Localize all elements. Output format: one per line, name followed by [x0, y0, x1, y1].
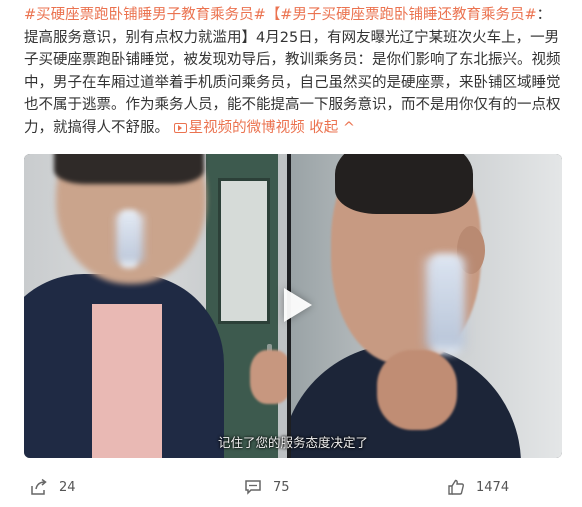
hashtag-link-2[interactable]: 【#男子买硬座票跑卧铺睡还教育乘务员#: [266, 7, 537, 23]
post-body-text: ：提高服务意识，别有点权力就滥用】4月25日，有网友曝光辽宁某班次火车上，一男子…: [24, 7, 561, 136]
share-button[interactable]: 24: [30, 470, 76, 504]
man-hand: [377, 350, 457, 430]
comment-button[interactable]: 75: [244, 470, 290, 504]
hashtag-link[interactable]: #买硬座票跑卧铺睡男子教育乘务员#: [24, 7, 266, 23]
man-hand: [250, 350, 287, 404]
action-bar: 24 75 1474: [0, 470, 582, 504]
chevron-up-icon: ^: [338, 119, 355, 136]
like-icon: [448, 479, 464, 495]
post-text: #买硬座票跑卧铺睡男子教育乘务员#【#男子买硬座票跑卧铺睡还教育乘务员#：提高服…: [24, 4, 564, 140]
video-frame-right: [291, 154, 562, 458]
door-window: [218, 178, 270, 324]
man-hair: [335, 154, 473, 214]
video-icon: [173, 122, 187, 133]
collapse-label: 收起: [309, 119, 339, 136]
share-count: 24: [59, 479, 76, 495]
like-button[interactable]: 1474: [447, 470, 509, 504]
mosaic-blur: [116, 214, 144, 262]
mosaic-blur: [425, 258, 465, 348]
video-frame-left: [24, 154, 287, 458]
video-source-label: 星视频的微博视频: [188, 119, 305, 136]
comment-icon: [245, 480, 261, 495]
play-icon[interactable]: [278, 286, 312, 324]
like-count: 1474: [476, 479, 510, 495]
collapse-button[interactable]: 收起 ^: [309, 120, 355, 136]
video-player[interactable]: 记住了您的服务态度决定了: [24, 154, 562, 458]
video-subtitle: 记住了您的服务态度决定了: [217, 435, 368, 450]
comment-count: 75: [273, 479, 290, 495]
video-source-link[interactable]: 星视频的微博视频: [173, 119, 305, 136]
man-hair: [54, 154, 204, 184]
weibo-post: #买硬座票跑卧铺睡男子教育乘务员#【#男子买硬座票跑卧铺睡还教育乘务员#：提高服…: [0, 0, 582, 507]
share-icon: [31, 478, 47, 495]
